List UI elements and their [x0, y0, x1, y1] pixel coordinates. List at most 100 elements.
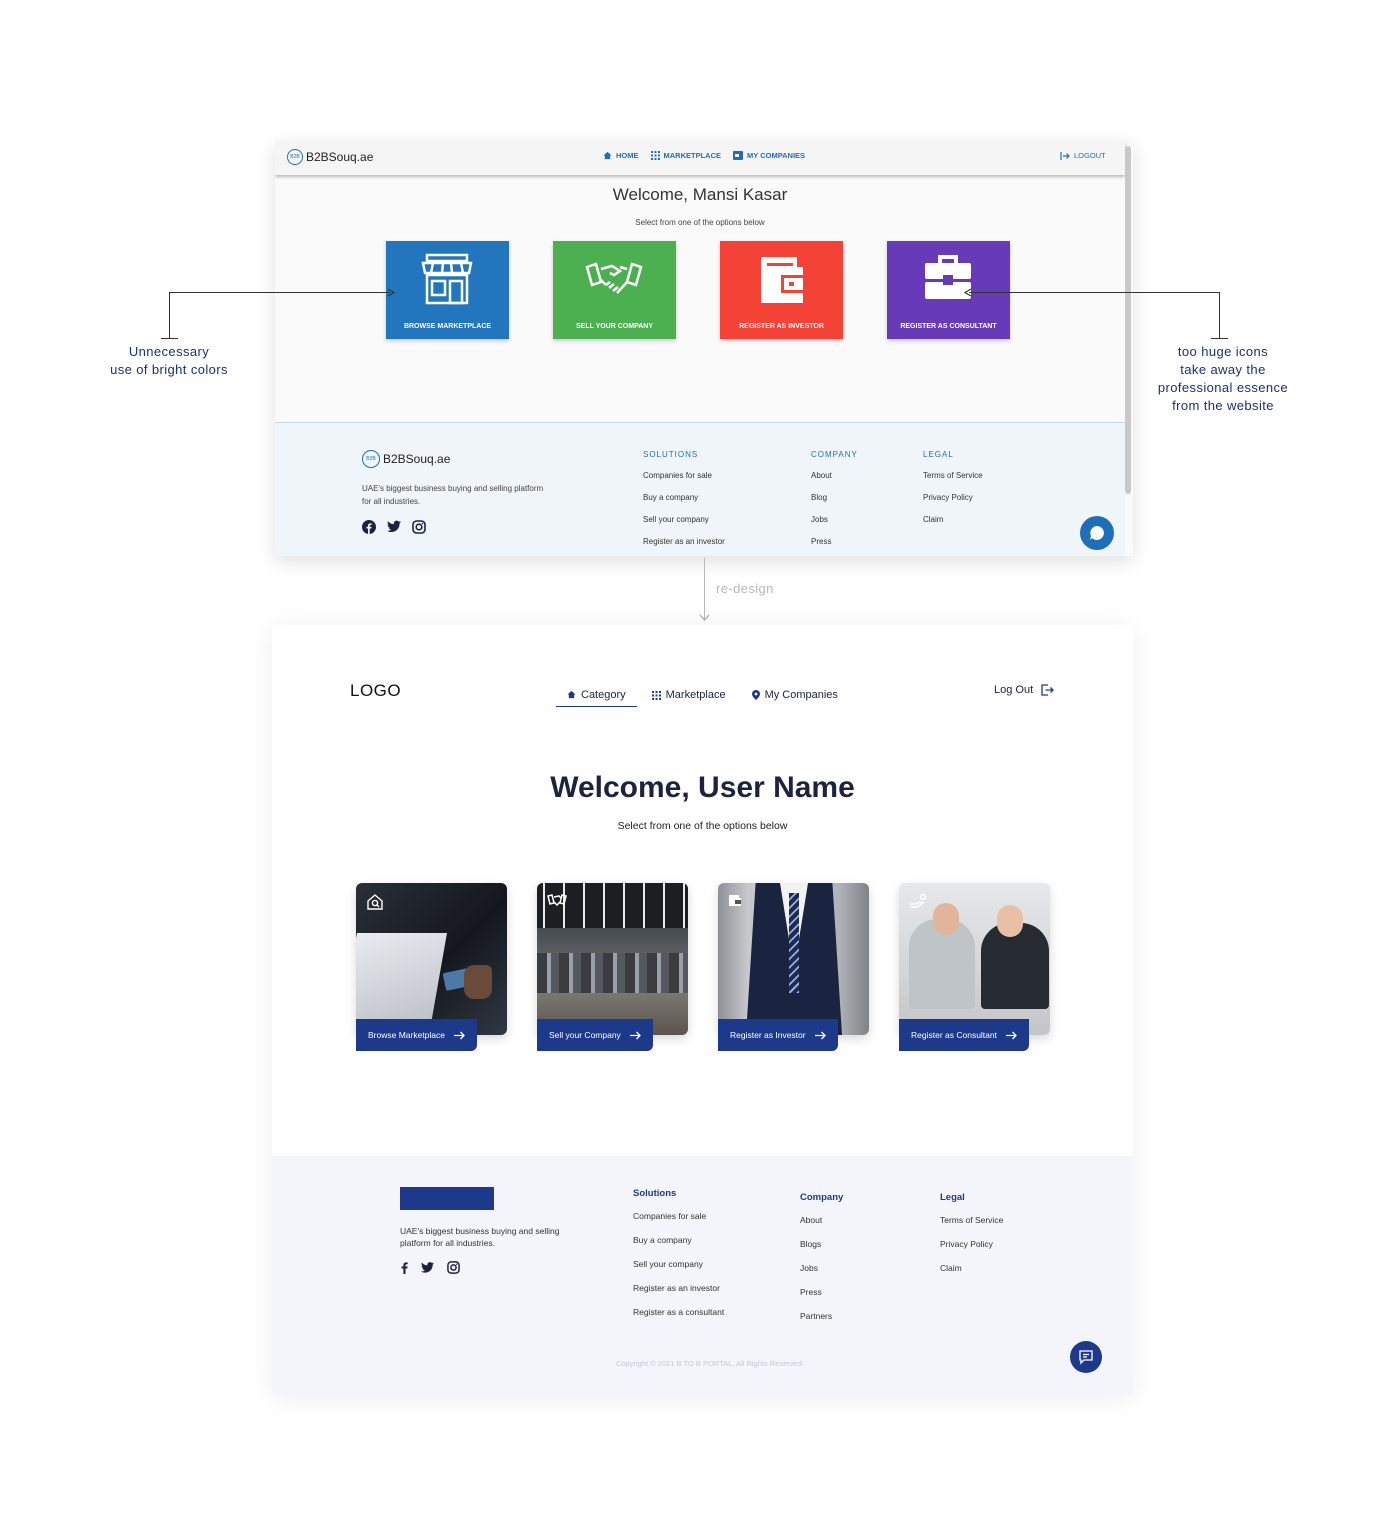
new-chat-button[interactable] — [1070, 1341, 1102, 1373]
new-footer-link[interactable]: Terms of Service — [940, 1215, 1003, 1239]
tab-my-companies-label: My Companies — [764, 689, 838, 701]
instagram-icon[interactable] — [447, 1261, 460, 1274]
old-nav-marketplace[interactable]: MARKETPLACE — [650, 151, 721, 160]
home-icon — [567, 690, 576, 699]
old-footer-link[interactable]: Terms of Service — [923, 471, 983, 493]
old-footer-logo-text: B2BSouq.ae — [383, 452, 451, 466]
copyright-text: Copyright © 2021 B TO B PORTAL, All Righ… — [616, 1359, 804, 1368]
grid-icon — [651, 690, 661, 700]
old-logout-button[interactable]: LOGOUT — [1060, 151, 1106, 160]
old-footer-link[interactable]: Companies for sale — [643, 471, 725, 493]
old-tile-register-investor[interactable]: REGISTER AS INVESTOR — [720, 241, 843, 339]
new-welcome-title: Welcome, User Name — [550, 771, 855, 804]
old-footer-heading: LEGAL — [923, 450, 954, 459]
card-browse-marketplace[interactable] — [356, 883, 507, 1035]
annotation-line: professional essence — [1157, 380, 1289, 395]
old-welcome-title: Welcome, Mansi Kasar — [612, 185, 788, 204]
new-footer: UAE's biggest business buying and sellin… — [272, 1156, 1133, 1394]
old-tile-sell-company[interactable]: SELL YOUR COMPANY — [553, 241, 676, 339]
arrow-right-icon — [1006, 1031, 1017, 1039]
new-logout-button[interactable]: Log Out — [994, 684, 1055, 696]
new-design-screen: LOGO Category Marketplace My Companies L… — [272, 625, 1133, 1394]
old-footer: B2B B2BSouq.ae UAE's biggest business bu… — [275, 422, 1125, 556]
old-footer-link[interactable]: Privacy Policy — [923, 493, 983, 515]
new-footer-link[interactable]: Jobs — [800, 1263, 843, 1287]
old-footer-solutions: SOLUTIONS Companies for sale Buy a compa… — [643, 450, 725, 556]
old-footer-logo[interactable]: B2B B2BSouq.ae — [362, 450, 450, 468]
card-button-label: Browse Marketplace — [368, 1030, 446, 1040]
sell-company-button[interactable]: Sell your Company — [537, 1019, 653, 1051]
new-footer-link[interactable]: Register as a consultant — [633, 1307, 724, 1331]
old-tile-browse-marketplace[interactable]: BROWSE MARKETPLACE — [386, 241, 509, 339]
wallet-icon — [729, 895, 741, 906]
annotation-connector — [169, 292, 170, 338]
card-sell-company[interactable] — [537, 883, 688, 1035]
old-tile-register-consultant[interactable]: REGISTER AS CONSULTANT — [887, 241, 1010, 339]
old-nav-home[interactable]: HOME — [603, 151, 639, 160]
face-image — [997, 905, 1023, 937]
storefront-icon — [421, 253, 473, 305]
old-tile-label: SELL YOUR COMPANY — [575, 323, 653, 330]
instagram-icon[interactable] — [412, 520, 426, 534]
register-consultant-button[interactable]: Register as Consultant — [899, 1019, 1029, 1051]
old-footer-link[interactable]: Claim — [923, 515, 983, 537]
tab-marketplace[interactable]: Marketplace — [641, 683, 737, 707]
card-register-consultant[interactable] — [899, 883, 1050, 1035]
old-logo[interactable]: B2B B2BSouq.ae — [287, 149, 373, 165]
tie-image — [789, 893, 799, 993]
old-footer-link[interactable]: Sell your company — [643, 515, 725, 537]
register-investor-button[interactable]: Register as Investor — [718, 1019, 838, 1051]
annotation-connector — [1211, 338, 1228, 339]
new-footer-link[interactable]: Claim — [940, 1263, 1003, 1287]
footer-logo-placeholder[interactable] — [400, 1187, 494, 1210]
old-footer-heading: SOLUTIONS — [643, 450, 699, 459]
logout-icon — [1060, 151, 1070, 160]
tab-category[interactable]: Category — [556, 683, 637, 707]
arrow-right-icon — [387, 288, 396, 297]
handshake-icon — [547, 894, 567, 907]
new-footer-link[interactable]: Companies for sale — [633, 1211, 724, 1235]
new-footer-link[interactable]: Blogs — [800, 1239, 843, 1263]
old-nav-my-companies[interactable]: MY COMPANIES — [733, 151, 805, 160]
tab-my-companies[interactable]: My Companies — [741, 683, 849, 707]
new-logout-label: Log Out — [994, 684, 1034, 696]
facebook-icon[interactable] — [362, 520, 376, 534]
twitter-icon[interactable] — [387, 520, 401, 533]
card-button-label: Register as Consultant — [911, 1030, 997, 1040]
new-footer-link[interactable]: About — [800, 1215, 843, 1239]
new-footer-link[interactable]: Privacy Policy — [940, 1239, 1003, 1263]
old-footer-link[interactable]: About — [811, 471, 858, 493]
old-footer-link[interactable]: Jobs — [811, 515, 858, 537]
redesign-connector — [704, 558, 705, 620]
old-footer-link[interactable]: Blog — [811, 493, 858, 515]
old-footer-legal: LEGAL Terms of Service Privacy Policy Cl… — [923, 450, 983, 537]
old-footer-link[interactable]: Register as an investor — [643, 537, 725, 556]
new-footer-link[interactable]: Sell your company — [633, 1259, 724, 1283]
twitter-icon[interactable] — [421, 1262, 434, 1273]
old-scrollbar[interactable] — [1125, 146, 1131, 494]
old-footer-link[interactable]: Buy a company — [643, 493, 725, 515]
annotation-line: Unnecessary — [128, 344, 210, 359]
new-footer-link[interactable]: Register as an investor — [633, 1283, 724, 1307]
old-navbar: B2B B2BSouq.ae HOME MARKETPLACE MY COMPA… — [275, 140, 1125, 175]
old-tile-label: REGISTER AS CONSULTANT — [900, 323, 997, 330]
annotation-right: too huge icons take away the professiona… — [1140, 343, 1306, 415]
new-footer-legal: Legal Terms of Service Privacy Policy Cl… — [940, 1192, 1003, 1287]
grid-icon — [650, 151, 660, 160]
new-footer-link[interactable]: Buy a company — [633, 1235, 724, 1259]
new-footer-link[interactable]: Partners — [800, 1311, 843, 1335]
old-footer-link[interactable]: Press — [811, 537, 858, 556]
old-logo-text: B2BSouq.ae — [306, 150, 374, 164]
facebook-icon[interactable] — [401, 1261, 408, 1274]
old-footer-description: UAE's biggest business buying and sellin… — [362, 484, 544, 506]
new-footer-link[interactable]: Press — [800, 1287, 843, 1311]
new-logo[interactable]: LOGO — [350, 681, 401, 701]
card-register-investor[interactable] — [718, 883, 869, 1035]
new-footer-heading: Legal — [940, 1192, 965, 1203]
new-footer-description: UAE's biggest business buying and sellin… — [400, 1226, 560, 1248]
new-footer-heading: Solutions — [633, 1188, 677, 1199]
browse-marketplace-button[interactable]: Browse Marketplace — [356, 1019, 478, 1051]
old-chat-button[interactable] — [1080, 516, 1114, 550]
annotation-connector — [1219, 292, 1220, 338]
new-footer-company: Company About Blogs Jobs Press Partners — [800, 1192, 843, 1335]
